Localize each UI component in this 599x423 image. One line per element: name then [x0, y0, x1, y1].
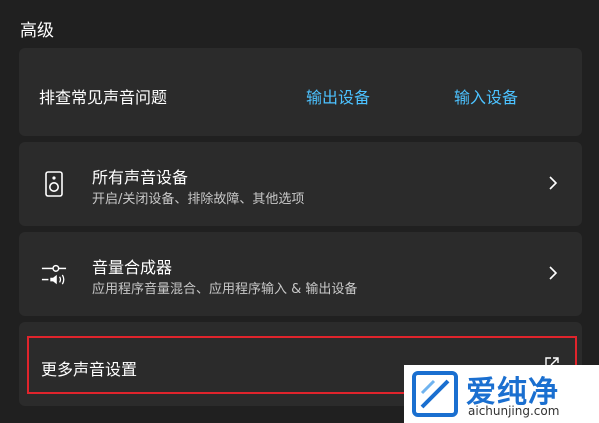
volume-mixer-row[interactable]: 音量合成器 应用程序音量混合、应用程序输入 & 输出设备	[19, 232, 582, 316]
all-sound-devices-subtitle: 开启/关闭设备、排除故障、其他选项	[92, 192, 305, 207]
chevron-right-icon	[549, 266, 558, 280]
watermark-logo-icon	[412, 371, 458, 417]
chevron-right-icon	[549, 176, 558, 190]
speaker-icon	[41, 171, 67, 197]
troubleshoot-label: 排查常见声音问题	[39, 88, 168, 107]
input-devices-link[interactable]: 输入设备	[454, 84, 518, 108]
troubleshoot-card: 排查常见声音问题 输出设备 输入设备	[19, 48, 582, 136]
section-title: 高级	[20, 21, 54, 41]
watermark-url: aichunjing.com	[468, 404, 560, 418]
volume-mixer-icon	[41, 261, 67, 287]
all-sound-devices-row[interactable]: 所有声音设备 开启/关闭设备、排除故障、其他选项	[19, 142, 582, 226]
all-sound-devices-title: 所有声音设备	[92, 168, 189, 187]
volume-mixer-title: 音量合成器	[92, 258, 173, 277]
more-sound-settings-label: 更多声音设置	[41, 360, 138, 379]
sound-settings-advanced: 高级 排查常见声音问题 输出设备 输入设备 所有声音设备 开启/关闭设备、排除故…	[0, 0, 599, 423]
volume-mixer-subtitle: 应用程序音量混合、应用程序输入 & 输出设备	[92, 282, 358, 297]
watermark: 爱纯净 aichunjing.com	[404, 365, 599, 423]
output-devices-link[interactable]: 输出设备	[306, 84, 370, 108]
